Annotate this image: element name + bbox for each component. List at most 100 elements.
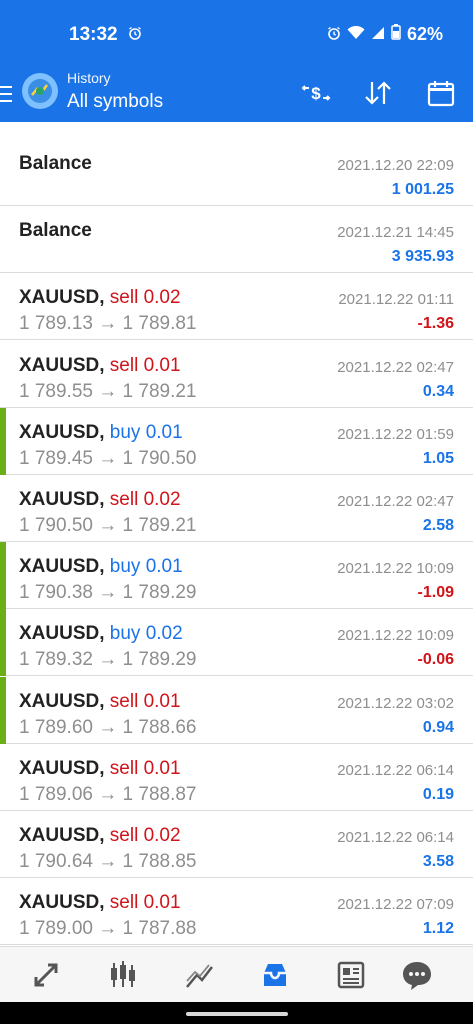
row-title: XAUUSD, sell 0.01 <box>19 691 181 713</box>
open-price: 1 789.00 <box>19 918 93 940</box>
balance-row[interactable]: Balance 2021.12.20 22:09 1 001.25 <box>0 139 473 206</box>
symbol-label: XAUUSD, <box>19 556 105 578</box>
row-time: 2021.12.22 10:09 <box>337 560 454 578</box>
arrow-icon: → <box>98 851 118 872</box>
status-right: 62% <box>327 24 443 45</box>
arrow-icon: → <box>98 515 118 536</box>
open-price: 1 790.50 <box>19 515 93 536</box>
row-title: XAUUSD, buy 0.02 <box>19 623 183 645</box>
trade-row[interactable]: XAUUSD, sell 0.01 1 789.00 → 1 787.88 2021… <box>0 878 473 946</box>
system-nav-bar <box>0 1002 473 1024</box>
position-marker <box>0 609 6 677</box>
app-logo[interactable] <box>22 73 58 109</box>
trade-row[interactable]: XAUUSD, sell 0.01 1 789.06 → 1 788.87 2021… <box>0 744 473 811</box>
trade-icon[interactable] <box>26 955 66 995</box>
row-profit: 3 935.93 <box>391 248 454 266</box>
symbol-label: XAUUSD, <box>19 757 105 779</box>
alarm-icon <box>327 24 341 45</box>
price-range: 1 789.60 → 1 788.66 <box>19 717 197 739</box>
arrow-icon: → <box>98 582 118 604</box>
row-profit: 0.19 <box>422 785 454 803</box>
trade-row[interactable]: XAUUSD, sell 0.01 1 789.55 → 1 789.21 2021… <box>0 341 473 408</box>
row-title: XAUUSD, sell 0.01 <box>19 892 181 914</box>
balance-row[interactable]: Balance 2021.12.21 14:45 3 935.93 <box>0 206 473 274</box>
header-title[interactable]: All symbols <box>67 91 163 113</box>
row-title: XAUUSD, sell 0.02 <box>19 287 181 309</box>
open-price: 1 789.32 <box>19 649 93 671</box>
arrow-icon: → <box>98 313 118 335</box>
header-titles: History All symbols <box>67 70 163 113</box>
trade-row[interactable]: XAUUSD, buy 0.01 1 790.38 → 1 789.29 2021.… <box>0 542 473 610</box>
row-time: 2021.12.22 06:14 <box>337 829 454 846</box>
news-icon[interactable] <box>331 955 371 995</box>
arrow-icon: → <box>98 649 118 671</box>
row-profit: 1.05 <box>422 449 454 467</box>
arrow-icon: → <box>98 716 118 738</box>
row-time: 2021.12.22 02:47 <box>337 358 454 376</box>
order-type: buy 0.02 <box>109 623 183 645</box>
close-price: 1 789.21 <box>122 380 197 402</box>
symbol-label: XAUUSD, <box>19 354 105 376</box>
close-price: 1 788.85 <box>122 851 197 872</box>
close-price: 1 789.29 <box>122 649 197 671</box>
trade-row[interactable]: XAUUSD, sell 0.02 1 789.13 → 1 789.81 2021… <box>0 273 473 341</box>
sort-icon[interactable] <box>360 76 396 110</box>
open-price: 1 789.45 <box>19 447 93 469</box>
trade-row[interactable]: XAUUSD, sell 0.02 1 790.50 → 1 789.21 2021… <box>0 475 473 542</box>
position-marker <box>0 676 6 744</box>
header-subtitle: History <box>67 70 111 86</box>
svg-text:$: $ <box>311 84 321 103</box>
open-price: 1 789.06 <box>19 783 93 805</box>
row-profit: 1.12 <box>422 920 454 938</box>
row-profit: 0.34 <box>422 382 454 400</box>
arrow-icon: → <box>98 447 118 469</box>
close-price: 1 788.87 <box>122 783 197 805</box>
deposit-filter-icon[interactable]: $ <box>298 76 334 110</box>
order-type: sell 0.01 <box>109 690 181 712</box>
chart-line-icon[interactable] <box>179 955 219 995</box>
symbol-label: XAUUSD, <box>19 690 105 712</box>
trade-row[interactable]: XAUUSD, sell 0.02 1 790.64 → 1 788.85 2021… <box>0 811 473 878</box>
arrow-icon: → <box>98 918 118 940</box>
symbol-label: Balance <box>19 220 92 242</box>
order-type: sell 0.02 <box>109 825 181 846</box>
row-time: 2021.12.21 14:45 <box>337 224 454 242</box>
symbol-label: XAUUSD, <box>19 623 105 645</box>
row-title: Balance <box>19 153 92 175</box>
chat-icon[interactable] <box>397 955 437 995</box>
trade-row[interactable]: XAUUSD, buy 0.01 1 789.45 → 1 790.50 2021.… <box>0 407 473 475</box>
arrow-icon: → <box>98 783 118 805</box>
history-icon[interactable] <box>255 955 295 995</box>
symbol-label: XAUUSD, <box>19 421 105 443</box>
home-gesture-handle[interactable] <box>186 1012 288 1016</box>
chart-candles-icon[interactable] <box>103 955 143 995</box>
price-range: 1 789.13 → 1 789.81 <box>19 313 197 335</box>
trade-row[interactable]: XAUUSD, sell 0.01 1 789.60 → 1 788.66 2021… <box>0 676 473 744</box>
close-price: 1 789.21 <box>122 515 197 536</box>
row-time: 2021.12.22 06:14 <box>337 761 454 779</box>
arrow-icon: → <box>98 380 118 402</box>
order-type: sell 0.02 <box>109 489 181 510</box>
price-range: 1 790.38 → 1 789.29 <box>19 582 197 604</box>
price-range: 1 789.32 → 1 789.29 <box>19 649 197 671</box>
battery-percent: 62% <box>406 24 443 44</box>
price-range: 1 789.55 → 1 789.21 <box>19 381 197 403</box>
row-profit: -1.36 <box>417 315 454 333</box>
bottom-nav <box>0 946 473 1003</box>
row-profit: 3.58 <box>422 853 454 870</box>
price-range: 1 789.06 → 1 788.87 <box>19 784 197 806</box>
status-time: 13:32 <box>69 24 118 45</box>
price-range: 1 790.50 → 1 789.21 <box>19 515 197 537</box>
row-profit: 1 001.25 <box>391 181 454 198</box>
calendar-icon[interactable] <box>423 76 459 110</box>
row-time: 2021.12.22 01:11 <box>338 291 454 309</box>
history-list[interactable]: Balance 2021.12.20 22:09 1 001.25 Balance 20… <box>0 122 473 946</box>
price-range: 1 789.00 → 1 787.88 <box>19 918 197 940</box>
order-type: sell 0.01 <box>109 354 181 376</box>
close-price: 1 788.66 <box>122 716 197 738</box>
trade-row[interactable]: XAUUSD, buy 0.02 1 789.32 → 1 789.29 2021.… <box>0 609 473 677</box>
wifi-icon <box>347 24 365 45</box>
order-type: sell 0.02 <box>109 287 181 309</box>
row-time: 2021.12.20 22:09 <box>337 157 454 174</box>
menu-icon[interactable] <box>0 86 12 102</box>
